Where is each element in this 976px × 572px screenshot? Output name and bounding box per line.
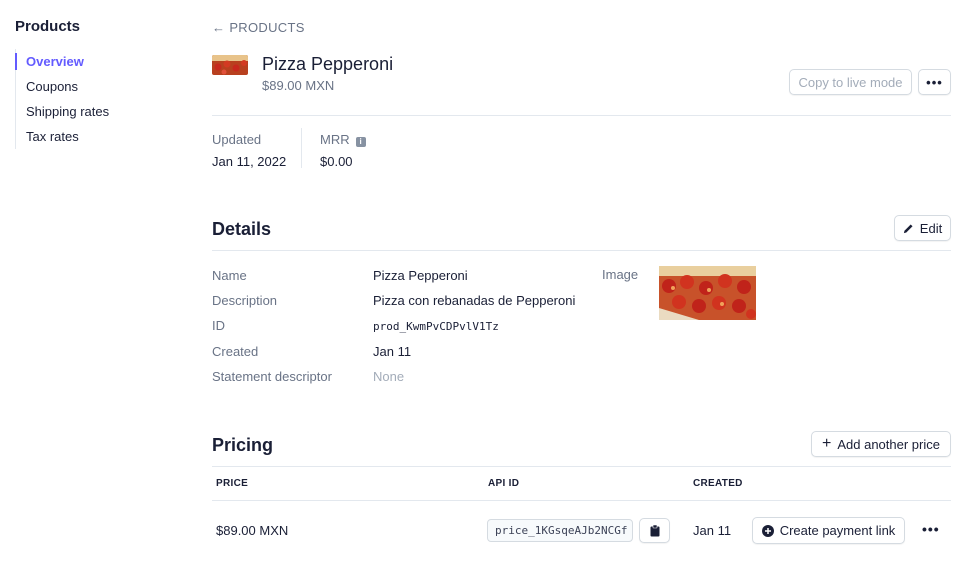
divider <box>212 500 951 501</box>
copy-api-id-button[interactable] <box>639 518 670 543</box>
divider <box>212 115 951 116</box>
image-label: Image <box>602 267 639 282</box>
sidebar-item-tax-rates[interactable]: Tax rates <box>16 124 175 149</box>
row-more-actions-button[interactable]: ••• <box>922 521 940 537</box>
plus-circle-icon <box>761 524 774 537</box>
mrr-label: MRR <box>320 132 350 147</box>
detail-label-statement-descriptor: Statement descriptor <box>212 369 332 384</box>
sidebar-item-coupons[interactable]: Coupons <box>16 74 175 99</box>
detail-label-name: Name <box>212 268 247 283</box>
sidebar-nav: Overview Coupons Shipping rates Tax rate… <box>15 49 175 149</box>
product-image <box>659 266 756 320</box>
updated-label: Updated <box>212 132 262 147</box>
edit-button-label: Edit <box>919 220 943 236</box>
clipboard-icon <box>650 524 659 536</box>
detail-label-created: Created <box>212 344 259 359</box>
updated-value: Jan 11, 2022 <box>212 154 287 169</box>
edit-button[interactable]: Edit <box>894 215 951 241</box>
divider <box>212 250 951 251</box>
copy-to-live-mode-button[interactable]: Copy to live mode <box>789 69 912 95</box>
detail-value-name: Pizza Pepperoni <box>373 268 468 283</box>
detail-value-description: Pizza con rebanadas de Pepperoni <box>373 293 576 308</box>
sidebar-title: Products <box>15 18 81 35</box>
details-title: Details <box>212 219 272 239</box>
product-price: $89.00 MXN <box>262 78 335 93</box>
detail-label-id: ID <box>212 318 225 333</box>
detail-value-statement-descriptor: None <box>373 369 405 384</box>
mrr-value: $0.00 <box>320 154 353 169</box>
plus-icon: + <box>822 435 832 452</box>
detail-value-created: Jan 11 <box>373 344 412 359</box>
column-header-api-id: API ID <box>488 478 520 489</box>
create-payment-link-button[interactable]: Create payment link <box>752 517 905 544</box>
arrow-left-icon: ← <box>212 20 226 35</box>
column-header-price: PRICE <box>216 478 249 489</box>
divider <box>212 466 951 467</box>
more-actions-button[interactable]: ••• <box>918 69 951 95</box>
sidebar-item-shipping-rates[interactable]: Shipping rates <box>16 99 175 124</box>
api-id-field[interactable]: price_1KGsqeAJb2NCGf <box>487 519 633 542</box>
price-cell: $89.00 MXN <box>216 523 289 538</box>
stat-divider <box>301 128 302 168</box>
pencil-icon <box>903 223 913 233</box>
info-icon[interactable]: i <box>355 137 366 147</box>
created-cell: Jan 11 <box>693 523 732 538</box>
column-header-created: CREATED <box>693 478 743 489</box>
product-thumbnail <box>212 55 248 75</box>
add-price-label: Add another price <box>837 436 940 452</box>
back-link-label: PRODUCTS <box>229 20 305 35</box>
mrr-label-group: MRR i <box>320 132 366 147</box>
detail-label-description: Description <box>212 293 278 308</box>
pricing-title: Pricing <box>212 435 274 455</box>
product-title: Pizza Pepperoni <box>262 54 394 74</box>
sidebar-item-overview[interactable]: Overview <box>15 49 175 74</box>
back-to-products-link[interactable]: ← PRODUCTS <box>212 20 305 35</box>
detail-value-id: prod_KwmPvCDPvlV1Tz <box>373 320 499 333</box>
create-payment-link-label: Create payment link <box>779 523 896 538</box>
add-another-price-button[interactable]: + Add another price <box>811 431 951 457</box>
